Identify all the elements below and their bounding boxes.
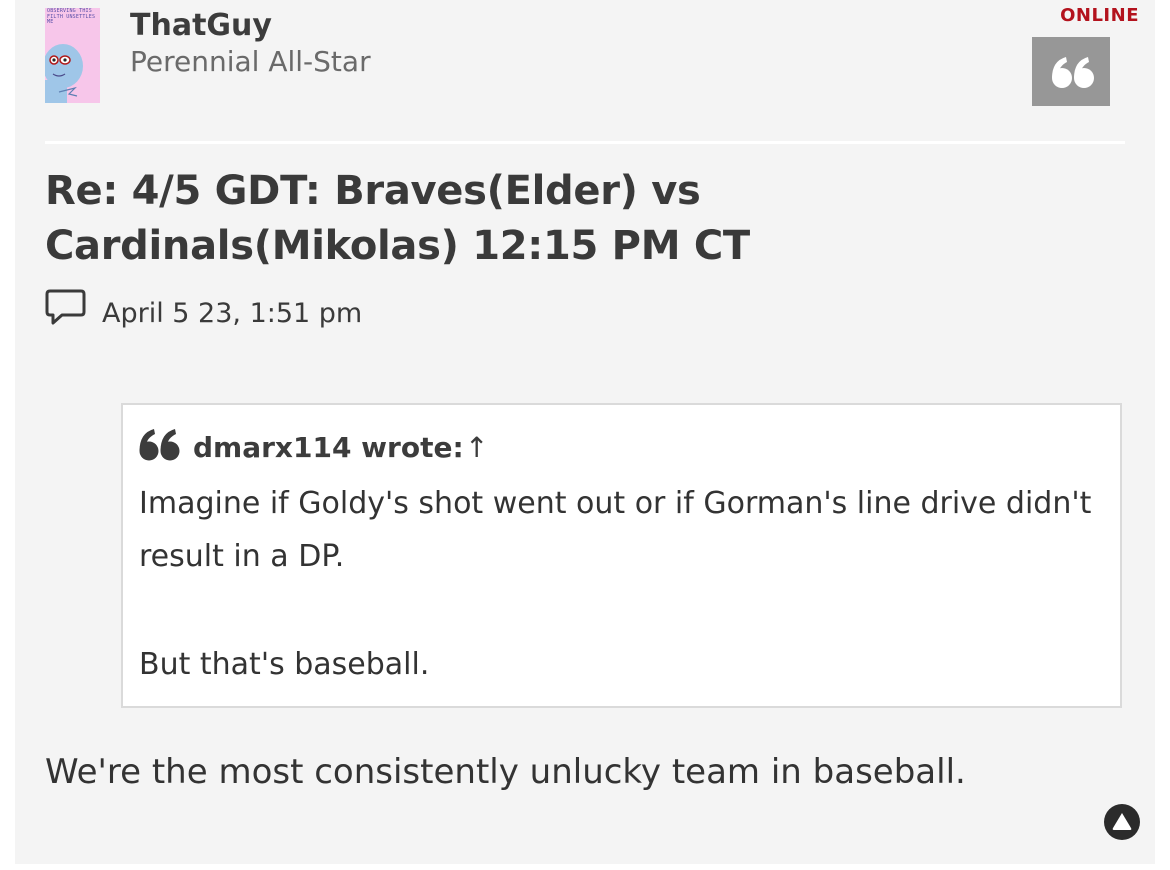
quote-paragraph: Imagine if Goldy's shot went out or if G…	[139, 486, 1092, 574]
forum-post: OBSERVING THIS FILTH UNSETTLES ME ThatGu…	[15, 0, 1155, 864]
username[interactable]: ThatGuy	[130, 8, 272, 44]
quote-body: Imagine if Goldy's shot went out or if G…	[139, 477, 1099, 691]
scroll-to-top-button[interactable]	[1104, 804, 1140, 840]
quoted-post: dmarx114 wrote: ↑ Imagine if Goldy's sho…	[121, 403, 1122, 708]
comment-icon	[45, 289, 86, 325]
quote-author: dmarx114 wrote:	[193, 431, 464, 464]
arrow-up-icon	[1112, 813, 1132, 830]
post-title[interactable]: Re: 4/5 GDT: Braves(Elder) vs Cardinals(…	[45, 164, 1120, 274]
alien-avatar-icon	[45, 44, 83, 103]
jump-to-quoted-post-link[interactable]: ↑	[465, 431, 488, 464]
quote-paragraph: But that's baseball.	[139, 647, 430, 682]
header-divider	[45, 141, 1125, 144]
avatar[interactable]: OBSERVING THIS FILTH UNSETTLES ME	[45, 8, 100, 103]
post-body: We're the most consistently unlucky team…	[45, 752, 966, 792]
quote-icon	[1052, 57, 1094, 88]
quote-button[interactable]	[1032, 37, 1110, 106]
quote-icon	[139, 429, 180, 461]
user-rank: Perennial All-Star	[130, 45, 371, 78]
online-status-badge: ONLINE	[1060, 5, 1139, 26]
post-date[interactable]: April 5 23, 1:51 pm	[102, 298, 362, 329]
